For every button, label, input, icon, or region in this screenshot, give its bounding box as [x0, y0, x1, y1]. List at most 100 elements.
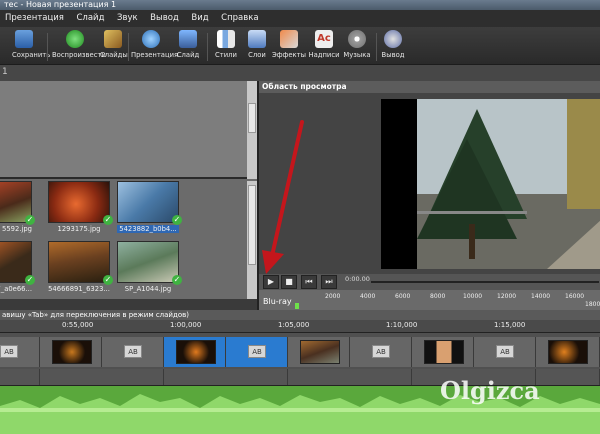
slide-button[interactable]: Слайд [175, 30, 201, 64]
slide-cell[interactable] [40, 337, 102, 367]
ruler-tick: 10000 [463, 293, 483, 300]
folder-tree [0, 81, 257, 179]
preview-title: Область просмотра [262, 82, 347, 91]
transition-cell[interactable]: AB [350, 337, 412, 367]
menu-help[interactable]: Справка [216, 10, 263, 27]
file-thumbnail[interactable]: ✓ 57_a0e66... [0, 241, 35, 293]
tab-strip: 1 [0, 65, 600, 81]
slide-cell-selected[interactable] [164, 337, 226, 367]
styles-button[interactable]: Стили [212, 30, 240, 64]
scrollbar-thumb[interactable] [248, 103, 256, 133]
photo-image: ✓ [117, 241, 182, 285]
transition-cell[interactable]: AB [474, 337, 536, 367]
menu-output[interactable]: Вывод [145, 10, 184, 27]
time-mark: 0:55,000 [62, 321, 94, 329]
toolbar: Сохранить Воспроизвести Слайды Презентац… [0, 27, 600, 65]
file-name: 1293175.jpg [57, 225, 101, 233]
presentation-icon [142, 30, 160, 48]
ruler-tick: 16000 [565, 293, 585, 300]
layers-button[interactable]: Слои [244, 30, 270, 64]
output-icon [384, 30, 402, 48]
skip-back-icon: ⏮ [305, 277, 313, 286]
file-browser: ✓ 5592.jpg ✓ 1293175.jpg ✓ 5423882_b0b4.… [0, 81, 257, 299]
toolbar-divider [376, 33, 377, 61]
ruler-tick: 2000 [325, 293, 341, 300]
toolbar-divider [128, 33, 129, 61]
effects-label: Эффекты [272, 51, 306, 59]
seek-bar[interactable] [371, 281, 599, 283]
menu-slide[interactable]: Слайд [71, 10, 109, 27]
slides-button[interactable]: Слайды [100, 30, 128, 64]
menu-view[interactable]: Вид [186, 10, 213, 27]
save-label: Сохранить [12, 51, 51, 59]
transition-cell[interactable]: AB [0, 337, 40, 367]
skip-forward-icon: ⏭ [325, 277, 333, 286]
slide-thumbnail [176, 340, 216, 364]
play-label: Воспроизвести [52, 51, 106, 59]
effects-button[interactable]: Эффекты [272, 30, 306, 64]
slides-icon [104, 30, 122, 48]
tab-number[interactable]: 1 [2, 67, 8, 77]
file-thumbnail[interactable]: ✓ 5592.jpg [0, 181, 35, 233]
captions-icon: Ac [315, 30, 333, 48]
duration-cell[interactable] [40, 369, 164, 385]
file-thumbnail-selected[interactable]: ✓ 5423882_b0b4... [117, 181, 182, 233]
menu-sound[interactable]: Звук [112, 10, 143, 27]
captions-button[interactable]: Ac Надписи [308, 30, 340, 64]
layers-icon [248, 30, 266, 48]
file-thumbnail[interactable]: ✓ SP_A1044.jpg [117, 241, 182, 293]
transition-icon: AB [0, 345, 18, 358]
previous-button[interactable]: ⏮ [301, 275, 317, 289]
stop-button[interactable]: ■ [281, 275, 297, 289]
check-icon: ✓ [103, 215, 113, 225]
preview-header: Область просмотра [259, 81, 600, 93]
file-list-scrollbar[interactable] [247, 181, 257, 299]
play-button[interactable]: ▶ [263, 275, 279, 289]
slide-cell[interactable] [288, 337, 350, 367]
ruler-tick: 8000 [430, 293, 446, 300]
menu-presentation[interactable]: Презентация [0, 10, 69, 27]
duration-cell[interactable] [288, 369, 412, 385]
scrollbar-thumb[interactable] [248, 185, 256, 265]
layers-label: Слои [248, 51, 266, 59]
file-thumbnail[interactable]: ✓ 1293175.jpg [48, 181, 113, 233]
save-button[interactable]: Сохранить [12, 30, 51, 64]
output-button[interactable]: Вывод [380, 30, 406, 64]
preview-image [417, 99, 600, 269]
slide-cell[interactable] [412, 337, 474, 367]
slide-cell[interactable] [536, 337, 600, 367]
duration-cell[interactable] [164, 369, 288, 385]
ruler-tick: 18000 [585, 301, 600, 308]
transition-cell[interactable]: AB [102, 337, 164, 367]
time-mark: 1:10,000 [386, 321, 418, 329]
watermark: Olgizca [440, 376, 540, 405]
transition-icon: AB [248, 345, 266, 358]
play-icon [66, 30, 84, 48]
check-icon: ✓ [103, 275, 113, 285]
duration-cell[interactable] [536, 369, 600, 385]
watermark-text: Olgizca [440, 376, 540, 405]
check-icon: ✓ [25, 215, 35, 225]
folder-tree-scrollbar[interactable] [247, 81, 257, 179]
file-thumbnail[interactable]: ✓ 54666891_6323... [48, 241, 113, 293]
preview-pane: Область просмотра ▶ ■ ⏮ ⏭ 0:00.00 Blu-ra… [257, 81, 600, 310]
timecode: 0:00.00 [345, 275, 370, 283]
ruler-tick: 6000 [395, 293, 411, 300]
file-name: 5592.jpg [2, 225, 32, 233]
transition-icon: AB [372, 345, 390, 358]
styles-icon [217, 30, 235, 48]
duration-cell[interactable] [0, 369, 40, 385]
toolbar-divider [47, 33, 48, 61]
transition-icon: AB [124, 345, 142, 358]
file-name: 5423882_b0b4... [117, 225, 179, 233]
play-icon: ▶ [267, 277, 275, 286]
transition-cell-selected[interactable]: AB [226, 337, 288, 367]
next-button[interactable]: ⏭ [321, 275, 337, 289]
slide-thumbnail [548, 340, 588, 364]
presentation-button[interactable]: Презентация [131, 30, 178, 64]
slide-label: Слайд [176, 51, 200, 59]
music-button[interactable]: Музыка [343, 30, 371, 64]
toolbar-divider [207, 33, 208, 61]
play-button[interactable]: Воспроизвести [52, 30, 106, 64]
check-icon: ✓ [25, 275, 35, 285]
